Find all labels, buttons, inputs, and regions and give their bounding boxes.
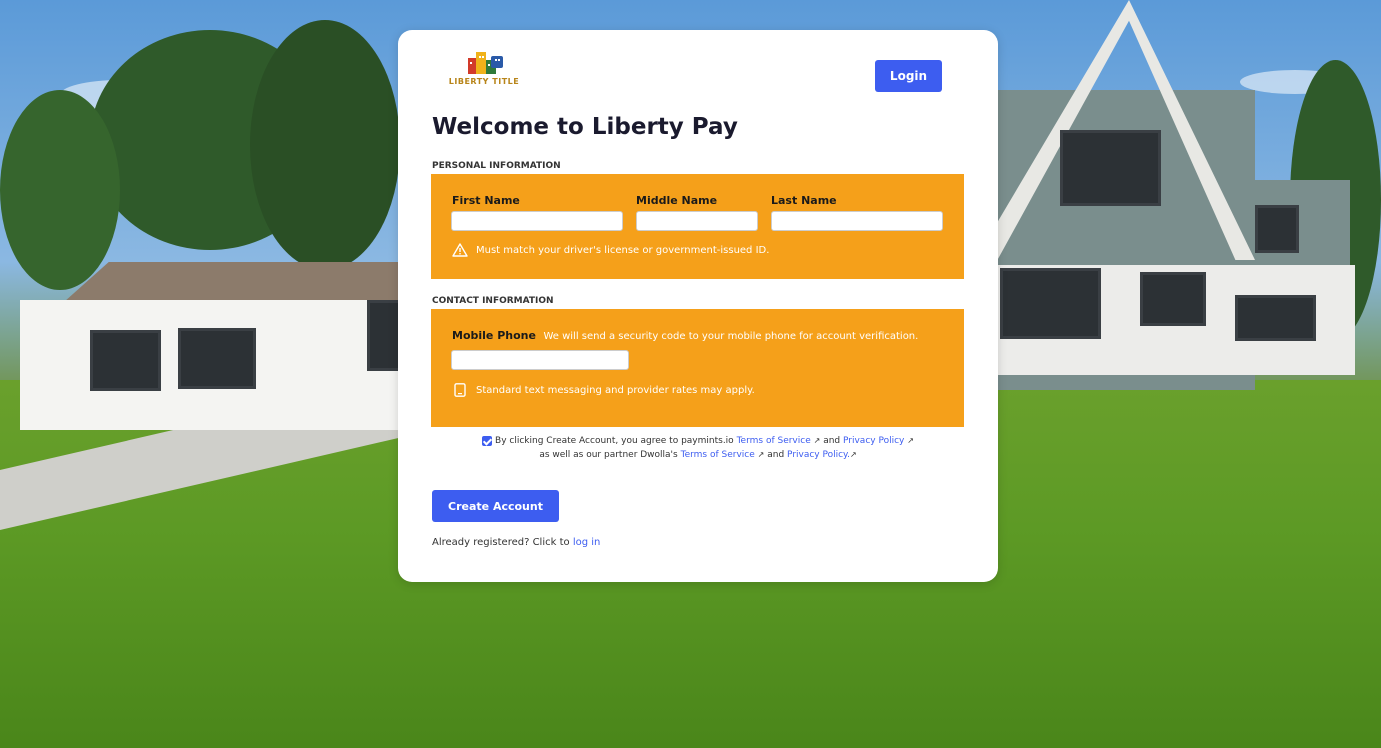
- log-in-link[interactable]: log in: [573, 537, 601, 548]
- id-match-note: Must match your driver's license or gove…: [452, 243, 769, 257]
- agreement-prefix: By clicking Create Account, you agree to…: [495, 436, 734, 446]
- tree: [0, 90, 120, 290]
- window: [1255, 205, 1299, 253]
- sms-rates-note-text: Standard text messaging and provider rat…: [476, 384, 755, 396]
- agreement-and-1: and: [823, 436, 841, 446]
- window: [367, 300, 401, 371]
- window: [90, 330, 161, 391]
- last-name-label: Last Name: [771, 194, 837, 207]
- first-name-input[interactable]: [451, 211, 623, 231]
- middle-name-input[interactable]: [636, 211, 758, 231]
- agreement-text: By clicking Create Account, you agree to…: [438, 434, 958, 462]
- window: [1060, 130, 1161, 206]
- sms-rates-note: Standard text messaging and provider rat…: [452, 383, 755, 397]
- mobile-phone-row: Mobile Phone We will send a security cod…: [452, 329, 918, 342]
- logo-text: LIBERTY TITLE: [448, 77, 520, 86]
- external-link-icon: ↗: [813, 436, 821, 445]
- logo-buildings-icon: [468, 52, 503, 74]
- mobile-phone-input[interactable]: [451, 350, 629, 370]
- create-account-button[interactable]: Create Account: [432, 490, 559, 522]
- personal-info-label: PERSONAL INFORMATION: [432, 161, 561, 171]
- first-name-label: First Name: [452, 194, 520, 207]
- window: [1000, 268, 1101, 339]
- mobile-phone-label: Mobile Phone: [452, 329, 536, 342]
- paymints-privacy-link[interactable]: Privacy Policy: [843, 436, 904, 446]
- middle-name-label: Middle Name: [636, 194, 718, 207]
- personal-info-panel: First Name Middle Name Last Name Must ma…: [431, 174, 964, 279]
- id-match-note-text: Must match your driver's license or gove…: [476, 244, 770, 256]
- window: [1140, 272, 1206, 326]
- already-registered-text: Already registered? Click to: [432, 537, 570, 548]
- external-link-icon: ↗: [849, 450, 857, 459]
- agree-checkbox[interactable]: [482, 435, 493, 446]
- warning-icon: [452, 243, 468, 257]
- window: [178, 328, 256, 389]
- external-link-icon: ↗: [907, 436, 914, 445]
- signup-card: LIBERTY TITLE Login Welcome to Liberty P…: [398, 30, 998, 582]
- mobile-phone-hint: We will send a security code to your mob…: [543, 331, 919, 342]
- login-button[interactable]: Login: [875, 60, 942, 92]
- contact-info-label: CONTACT INFORMATION: [432, 296, 554, 306]
- paymints-terms-link[interactable]: Terms of Service: [737, 436, 811, 446]
- page-title: Welcome to Liberty Pay: [432, 114, 738, 140]
- last-name-input[interactable]: [771, 211, 943, 231]
- liberty-title-logo: LIBERTY TITLE: [444, 48, 524, 92]
- tree: [250, 20, 400, 270]
- contact-info-panel: Mobile Phone We will send a security cod…: [431, 309, 964, 427]
- phone-icon: [454, 383, 466, 397]
- agreement-and-2: and: [767, 450, 785, 460]
- window: [1235, 295, 1316, 341]
- already-registered: Already registered? Click to log in: [432, 537, 600, 548]
- external-link-icon: ↗: [757, 450, 765, 459]
- dwolla-privacy-link[interactable]: Privacy Policy.: [787, 450, 850, 460]
- dwolla-terms-link[interactable]: Terms of Service: [681, 450, 755, 460]
- agreement-middle: as well as our partner Dwolla's: [539, 450, 678, 460]
